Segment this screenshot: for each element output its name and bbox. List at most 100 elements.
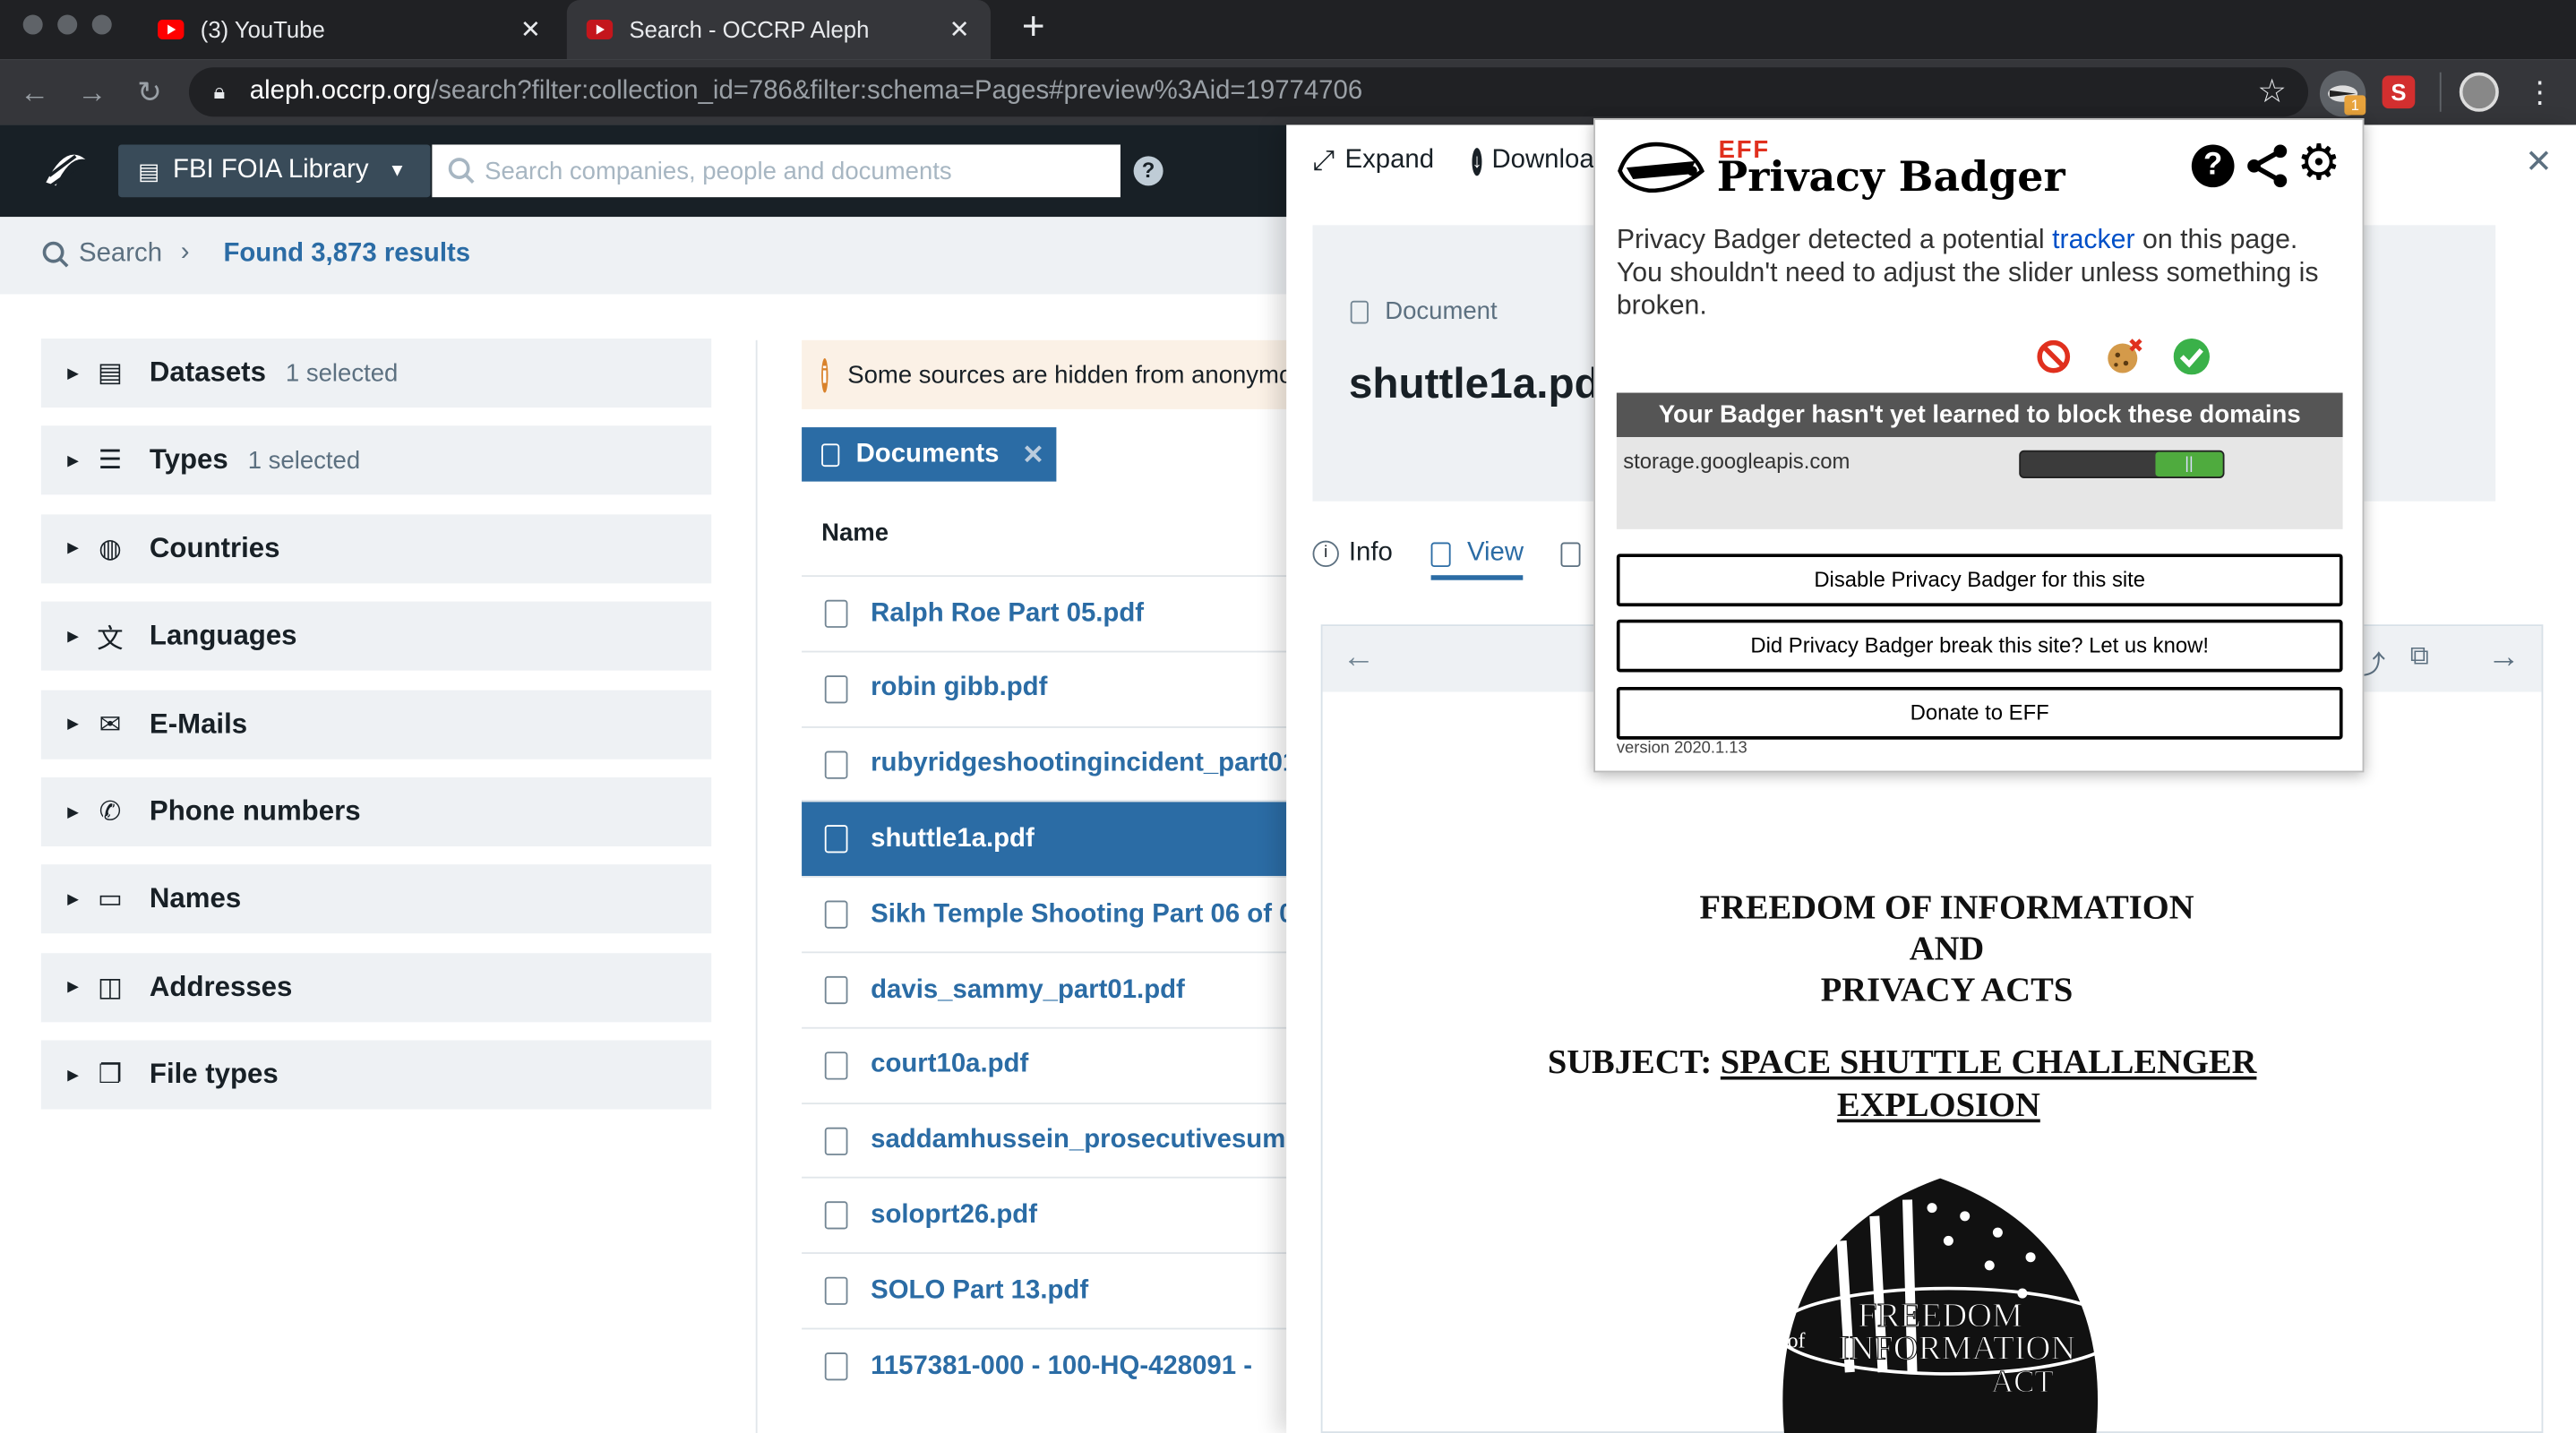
new-tab-button[interactable]: +	[1016, 7, 1052, 47]
result-row[interactable]: davis_sammy_part01.pdf	[802, 951, 1287, 1026]
facet-addresses[interactable]: ▶ ◫ Addresses	[40, 952, 712, 1022]
pdf-file-icon	[824, 1051, 848, 1080]
reload-icon[interactable]: ↻	[132, 74, 167, 110]
result-file-name: soloprt26.pdf	[871, 1201, 1038, 1230]
chrome-menu-icon[interactable]: ⋮	[2525, 73, 2555, 112]
tab-youtube[interactable]: (3) YouTube ✕	[138, 0, 562, 59]
result-row[interactable]: court10a.pdf	[802, 1026, 1287, 1102]
window-close-dot[interactable]	[22, 14, 43, 35]
aleph-favicon-icon	[586, 20, 614, 40]
window-zoom-dot[interactable]	[91, 14, 112, 35]
facet-file-types[interactable]: ▶ ❐ File types	[40, 1040, 712, 1110]
files-icon: ❐	[98, 1061, 123, 1090]
column-header-name[interactable]: Name	[821, 519, 889, 547]
badger-domain-name: storage.googleapis.com	[1623, 448, 1850, 474]
list-icon: ☰	[98, 447, 123, 476]
scan-subject-label: SUBJECT:	[1547, 1042, 1713, 1082]
prev-page-arrow-icon[interactable]: ←	[1343, 639, 1376, 677]
tab-view[interactable]: View	[1430, 539, 1524, 580]
caret-right-icon: ▶	[67, 1066, 79, 1083]
pdf-file-icon	[824, 900, 848, 930]
back-arrow-icon[interactable]: ←	[16, 74, 52, 110]
window-minimize-dot[interactable]	[57, 14, 78, 35]
pdf-file-icon	[824, 825, 848, 854]
facet-label: Countries	[149, 532, 280, 563]
result-row[interactable]: robin gibb.pdf	[802, 650, 1287, 725]
report-broken-site-button[interactable]: Did Privacy Badger break this site? Let …	[1616, 619, 2343, 673]
seal-word: INFORMATION	[1838, 1329, 2075, 1367]
caret-down-icon: ▼	[388, 160, 407, 181]
badger-logo-icon	[1618, 142, 1705, 193]
breadcrumb-search[interactable]: Search	[79, 240, 162, 270]
bookmark-star-icon[interactable]: ☆	[2254, 74, 2290, 110]
tab-close-icon[interactable]: ✕	[945, 15, 975, 44]
badger-share-icon[interactable]	[2245, 143, 2290, 189]
scan-line: FREEDOM OF INFORMATION	[1699, 887, 2194, 927]
result-row[interactable]: Sikh Temple Shooting Part 06 of 0	[802, 876, 1287, 951]
tab-info-label: Info	[1348, 538, 1393, 568]
result-row[interactable]: saddamhussein_prosecutivesumm	[802, 1102, 1287, 1177]
info-icon: i	[1312, 540, 1339, 568]
facet-languages[interactable]: ▶ 文 Languages	[40, 601, 712, 671]
profile-avatar[interactable]	[2459, 72, 2499, 112]
facet-names[interactable]: ▶ ▭ Names	[40, 864, 712, 934]
filter-tag-documents[interactable]: Documents ✕	[802, 427, 1057, 482]
phone-icon: ✆	[99, 798, 122, 827]
scan-subject-text: SPACE SHUTTLE CHALLENGER	[1720, 1042, 2257, 1082]
tab-text-icon[interactable]	[1560, 542, 1581, 568]
fit-page-icon[interactable]: ⧉	[2410, 642, 2429, 672]
seal-of: of	[1788, 1330, 1806, 1353]
help-icon[interactable]: ?	[1133, 156, 1163, 186]
download-button[interactable]: ↓ Download	[1472, 144, 1593, 177]
badger-slider-handle-allow[interactable]: ||	[2155, 451, 2223, 477]
pdf-file-icon	[824, 1277, 848, 1306]
facet-e-mails[interactable]: ▶ ✉ E-Mails	[40, 689, 712, 759]
filter-tag-close-icon[interactable]: ✕	[1022, 438, 1044, 471]
scan-subject: SUBJECT: SPACE SHUTTLE CHALLENGER	[1548, 1042, 2353, 1083]
aleph-logo-icon[interactable]	[43, 150, 89, 193]
donate-eff-button[interactable]: Donate to EFF	[1616, 686, 2343, 740]
result-row[interactable]: SOLO Part 13.pdf	[802, 1252, 1287, 1328]
caret-right-icon: ▶	[67, 539, 79, 556]
download-label: Download	[1491, 146, 1594, 175]
badger-message: Privacy Badger detected a potential trac…	[1617, 224, 2348, 322]
result-row[interactable]: soloprt26.pdf	[802, 1177, 1287, 1253]
tab-info[interactable]: i Info	[1312, 538, 1393, 569]
disable-badger-button[interactable]: Disable Privacy Badger for this site	[1616, 553, 2343, 607]
collection-selector-button[interactable]: ▤ FBI FOIA Library ▼	[118, 144, 431, 198]
document-icon	[821, 442, 840, 467]
pdf-file-icon	[824, 674, 848, 703]
info-warning-icon: i	[821, 357, 829, 392]
facet-label: Names	[149, 883, 242, 914]
badger-tracker-link[interactable]: tracker	[2052, 225, 2135, 254]
breadcrumb-results[interactable]: Found 3,873 results	[223, 240, 470, 270]
result-file-name: 1157381-000 - 100-HQ-428091 -	[871, 1351, 1252, 1380]
scan-line: PRIVACY ACTS	[1820, 969, 2074, 1009]
document-type-label: Document	[1385, 297, 1498, 326]
badger-settings-gear-icon[interactable]: ⚙	[2297, 137, 2340, 191]
facet-datasets[interactable]: ▶ ▤ Datasets 1 selected	[40, 338, 712, 408]
search-input[interactable]	[432, 144, 1121, 198]
tab-aleph[interactable]: Search - OCCRP Aleph ✕	[566, 0, 992, 60]
badger-help-icon[interactable]: ?	[2191, 144, 2235, 188]
result-row[interactable]: rubyridgeshootingincident_part01	[802, 725, 1287, 801]
facet-types[interactable]: ▶ ☰ Types 1 selected	[40, 425, 712, 496]
pdf-file-icon	[824, 599, 848, 628]
badger-title: Privacy Badger	[1716, 152, 2065, 201]
result-row[interactable]: Ralph Roe Part 05.pdf	[802, 575, 1287, 650]
result-row[interactable]: shuttle1a.pdf	[802, 801, 1287, 877]
scan-subject-line2: EXPLOSION	[1836, 1085, 2040, 1125]
result-row[interactable]: 1157381-000 - 100-HQ-428091 -	[802, 1327, 1287, 1403]
next-page-arrow-icon[interactable]: →	[2487, 639, 2520, 677]
extension-s-icon[interactable]: S	[2382, 75, 2416, 109]
forward-arrow-icon[interactable]: →	[74, 74, 110, 110]
address-bar[interactable]: 🔒︎ aleph.occrp.org/search?filter:collecti…	[188, 67, 2309, 117]
expand-button[interactable]: ⤢ Expand	[1313, 144, 1435, 177]
filter-tag-label: Documents	[855, 439, 1000, 468]
facet-phone-numbers[interactable]: ▶ ✆ Phone numbers	[40, 777, 712, 846]
tab-close-icon[interactable]: ✕	[516, 15, 545, 44]
url-path: /search?filter:collection_id=786&filter:…	[431, 77, 1363, 106]
close-preview-icon[interactable]: ✕	[2525, 142, 2553, 183]
database-icon: ▤	[98, 359, 123, 389]
facet-countries[interactable]: ▶ ◍ Countries	[40, 513, 712, 584]
